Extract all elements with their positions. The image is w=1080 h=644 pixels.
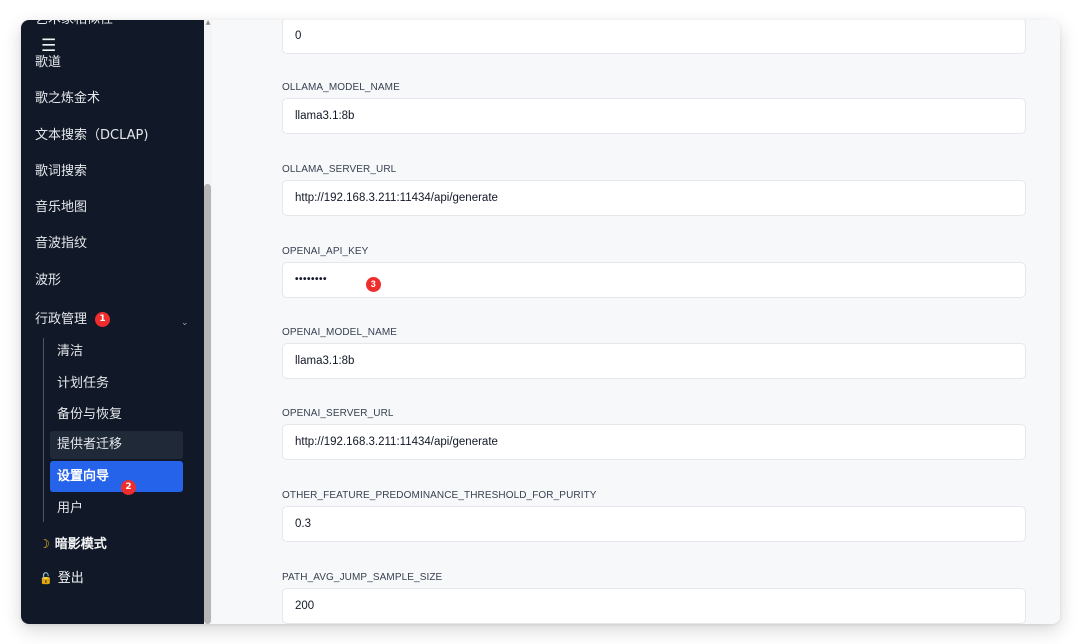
chevron-down-icon[interactable]: ⌄ xyxy=(181,318,189,328)
sidebar-item-sonic-fingerprint[interactable]: 音波指纹 xyxy=(35,232,87,256)
submenu-divider xyxy=(43,338,44,522)
field-label-openai-api-key: OPENAI_API_KEY xyxy=(282,246,369,257)
sidebar-item-waveform[interactable]: 波形 xyxy=(35,269,61,293)
notification-badge: 2 xyxy=(121,480,136,495)
field-label-openai-model-name: OPENAI_MODEL_NAME xyxy=(282,327,398,338)
sidebar-item-music-map[interactable]: 音乐地图 xyxy=(35,196,87,220)
moon-icon: ☽ xyxy=(39,537,50,551)
scrollbar-thumb[interactable] xyxy=(204,184,211,624)
scroll-up-arrow-icon[interactable]: ▲ xyxy=(204,20,212,26)
openai-model-name-input[interactable]: llama3.1:8b xyxy=(282,343,1026,379)
sidebar-item-text-search[interactable]: 文本搜索（DCLAP) xyxy=(35,124,148,148)
sidebar-scrollbar[interactable]: ▲ xyxy=(204,20,212,624)
sidebar-item-artist-similarity[interactable]: 艺术家相似性 xyxy=(35,20,113,32)
logout-button[interactable]: 🔓 登出 xyxy=(39,567,84,591)
password-value: •••••••• xyxy=(295,274,328,285)
field-label-ollama-model-name: OLLAMA_MODEL_NAME xyxy=(282,82,400,93)
openai-server-url-input[interactable]: http://192.168.3.211:11434/api/generate xyxy=(282,424,1026,460)
sidebar-item-song-path[interactable]: 歌道 xyxy=(35,51,61,75)
sidebar-item-label: 行政管理 xyxy=(35,312,88,327)
sidebar-item-users[interactable]: 用户 xyxy=(50,495,183,523)
unlock-icon: 🔓 xyxy=(39,572,53,585)
openai-api-key-input[interactable]: •••••••• 3 xyxy=(282,262,1026,298)
notification-badge: 3 xyxy=(366,277,381,292)
notification-badge: 1 xyxy=(95,312,111,327)
sidebar-item-scheduled-tasks[interactable]: 计划任务 xyxy=(50,370,183,398)
sidebar-item-setup-wizard[interactable]: 设置向导 2 xyxy=(50,461,183,495)
settings-value-field[interactable]: 0 xyxy=(282,20,1026,54)
dark-mode-toggle[interactable]: ☽ 暗影模式 xyxy=(39,532,107,556)
sidebar-item-provider-migration[interactable]: 提供者迁移 xyxy=(50,431,183,459)
purity-threshold-input[interactable]: 0.3 xyxy=(282,506,1026,542)
ollama-server-url-input[interactable]: http://192.168.3.211:11434/api/generate xyxy=(282,180,1026,216)
sidebar-item-label: 设置向导 xyxy=(57,469,110,484)
ollama-model-name-input[interactable]: llama3.1:8b xyxy=(282,98,1026,134)
field-label-ollama-server-url: OLLAMA_SERVER_URL xyxy=(282,164,397,175)
field-label-purity-threshold: OTHER_FEATURE_PREDOMINANCE_THRESHOLD_FOR… xyxy=(282,490,597,501)
sidebar-item-song-alchemy[interactable]: 歌之炼金术 xyxy=(35,87,100,111)
sidebar: 艺术家相似性 ☰ 歌道 歌之炼金术 文本搜索（DCLAP) 歌词搜索 音乐地图 … xyxy=(21,20,204,624)
sidebar-item-cleaning[interactable]: 清洁 xyxy=(50,338,183,366)
field-label-path-avg-jump-sample-size: PATH_AVG_JUMP_SAMPLE_SIZE xyxy=(282,572,443,583)
sidebar-item-administration[interactable]: 行政管理 1 xyxy=(35,308,111,332)
logout-label: 登出 xyxy=(57,571,84,586)
sidebar-item-lyrics-search[interactable]: 歌词搜索 xyxy=(35,160,87,184)
path-avg-jump-sample-size-input[interactable]: 200 xyxy=(282,588,1026,624)
dark-mode-label: 暗影模式 xyxy=(54,537,107,552)
sidebar-item-backup-restore[interactable]: 备份与恢复 xyxy=(50,401,183,429)
field-label-openai-server-url: OPENAI_SERVER_URL xyxy=(282,408,394,419)
settings-form: 0 OLLAMA_MODEL_NAME llama3.1:8b OLLAMA_S… xyxy=(204,20,1060,624)
app-window: 艺术家相似性 ☰ 歌道 歌之炼金术 文本搜索（DCLAP) 歌词搜索 音乐地图 … xyxy=(21,20,1060,624)
